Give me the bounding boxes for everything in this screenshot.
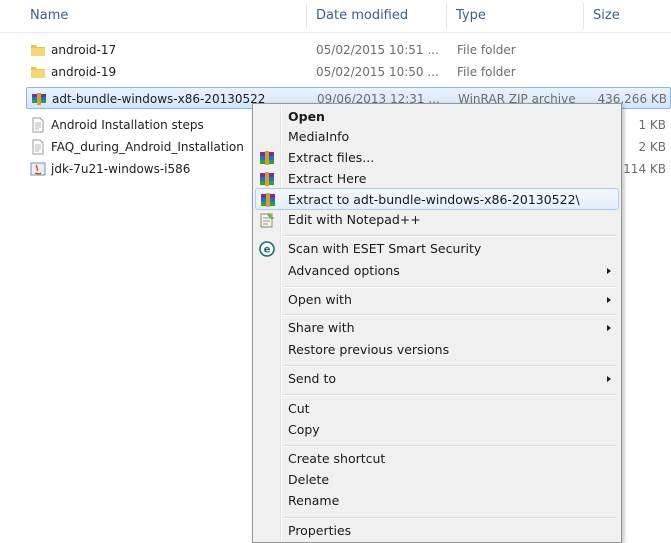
winrar-icon: [260, 172, 274, 186]
file-row-android-17[interactable]: android-17 05/02/2015 10:51 ... File fol…: [24, 39, 669, 61]
menu-item-label: Rename: [288, 493, 340, 508]
file-name: android-19: [51, 65, 117, 79]
menu-separator: [283, 286, 617, 288]
menu-item-label: Delete: [288, 472, 330, 487]
menu-separator: [283, 235, 617, 237]
file-name: android-17: [51, 43, 117, 57]
menu-item-label: Restore previous versions: [288, 342, 450, 357]
menu-item-open-with[interactable]: Open with: [255, 289, 619, 311]
menu-item-label: Advanced options: [288, 263, 400, 278]
file-type: File folder: [457, 65, 516, 79]
menu-item-label: MediaInfo: [288, 129, 350, 144]
column-name[interactable]: Name: [30, 8, 68, 23]
column-header: Name Date modified Type Size: [0, 0, 671, 33]
file-type: File folder: [457, 43, 516, 57]
menu-item-edit-notepad[interactable]: Edit with Notepad++: [255, 209, 619, 231]
submenu-arrow-icon: [607, 376, 611, 382]
menu-item-label: Cut: [288, 401, 310, 416]
submenu-arrow-icon: [607, 297, 611, 303]
file-date: 05/02/2015 10:51 ...: [316, 43, 439, 57]
folder-icon: [31, 67, 45, 78]
menu-item-label: Open: [288, 109, 325, 124]
column-divider[interactable]: [583, 3, 584, 29]
menu-item-advanced-options[interactable]: Advanced options: [255, 260, 619, 282]
menu-item-cut[interactable]: Cut: [255, 398, 619, 420]
menu-item-extract-files[interactable]: Extract files...: [255, 147, 619, 169]
menu-item-send-to[interactable]: Send to: [255, 368, 619, 390]
menu-item-label: Copy: [288, 422, 320, 437]
svg-text:e: e: [264, 245, 271, 256]
menu-item-delete[interactable]: Delete: [255, 469, 619, 491]
menu-item-scan-eset[interactable]: e Scan with ESET Smart Security: [255, 238, 619, 260]
menu-item-mediainfo[interactable]: MediaInfo: [255, 126, 619, 148]
menu-item-properties[interactable]: Properties: [255, 520, 619, 542]
menu-separator: [283, 365, 617, 367]
menu-separator: [283, 445, 617, 447]
menu-item-label: Open with: [288, 292, 352, 307]
java-installer-icon: [30, 162, 46, 176]
menu-item-share-with[interactable]: Share with: [255, 317, 619, 339]
menu-item-label: Send to: [288, 371, 337, 386]
column-type[interactable]: Type: [456, 8, 486, 23]
submenu-arrow-icon: [607, 268, 611, 274]
menu-item-label: Extract to adt-bundle-windows-x86-201305…: [288, 192, 580, 207]
menu-item-label: Extract files...: [288, 150, 375, 165]
menu-item-label: Scan with ESET Smart Security: [288, 241, 482, 256]
menu-separator: [283, 314, 617, 316]
notepad-plus-plus-icon: [260, 213, 274, 228]
menu-item-restore-previous[interactable]: Restore previous versions: [255, 339, 619, 361]
file-date: 05/02/2015 10:50 ...: [316, 65, 439, 79]
text-file-icon: [32, 139, 44, 155]
menu-item-label: Share with: [288, 320, 355, 335]
menu-item-create-shortcut[interactable]: Create shortcut: [255, 448, 619, 470]
file-row-android-19[interactable]: android-19 05/02/2015 10:50 ... File fol…: [24, 61, 669, 83]
menu-item-rename[interactable]: Rename: [255, 490, 619, 512]
column-divider[interactable]: [446, 3, 447, 29]
column-date-modified[interactable]: Date modified: [316, 8, 408, 23]
menu-item-copy[interactable]: Copy: [255, 419, 619, 441]
column-divider[interactable]: [306, 3, 307, 29]
menu-separator: [283, 517, 617, 519]
menu-item-label: Edit with Notepad++: [288, 212, 421, 227]
winrar-icon: [261, 193, 275, 207]
menu-item-label: Extract Here: [288, 171, 367, 186]
menu-item-open[interactable]: Open: [255, 106, 619, 128]
text-file-icon: [32, 117, 44, 133]
menu-item-extract-to[interactable]: Extract to adt-bundle-windows-x86-201305…: [255, 188, 619, 210]
winrar-icon: [260, 151, 274, 165]
menu-item-label: Properties: [288, 523, 352, 538]
menu-item-extract-here[interactable]: Extract Here: [255, 168, 619, 190]
eset-icon: e: [259, 241, 275, 257]
menu-separator: [283, 394, 617, 396]
menu-item-label: Create shortcut: [288, 451, 386, 466]
winrar-archive-icon: [32, 93, 46, 105]
column-size[interactable]: Size: [593, 8, 620, 23]
submenu-arrow-icon: [607, 325, 611, 331]
context-menu: Open MediaInfo Extract files... Extract …: [252, 103, 622, 543]
folder-icon: [31, 45, 45, 56]
